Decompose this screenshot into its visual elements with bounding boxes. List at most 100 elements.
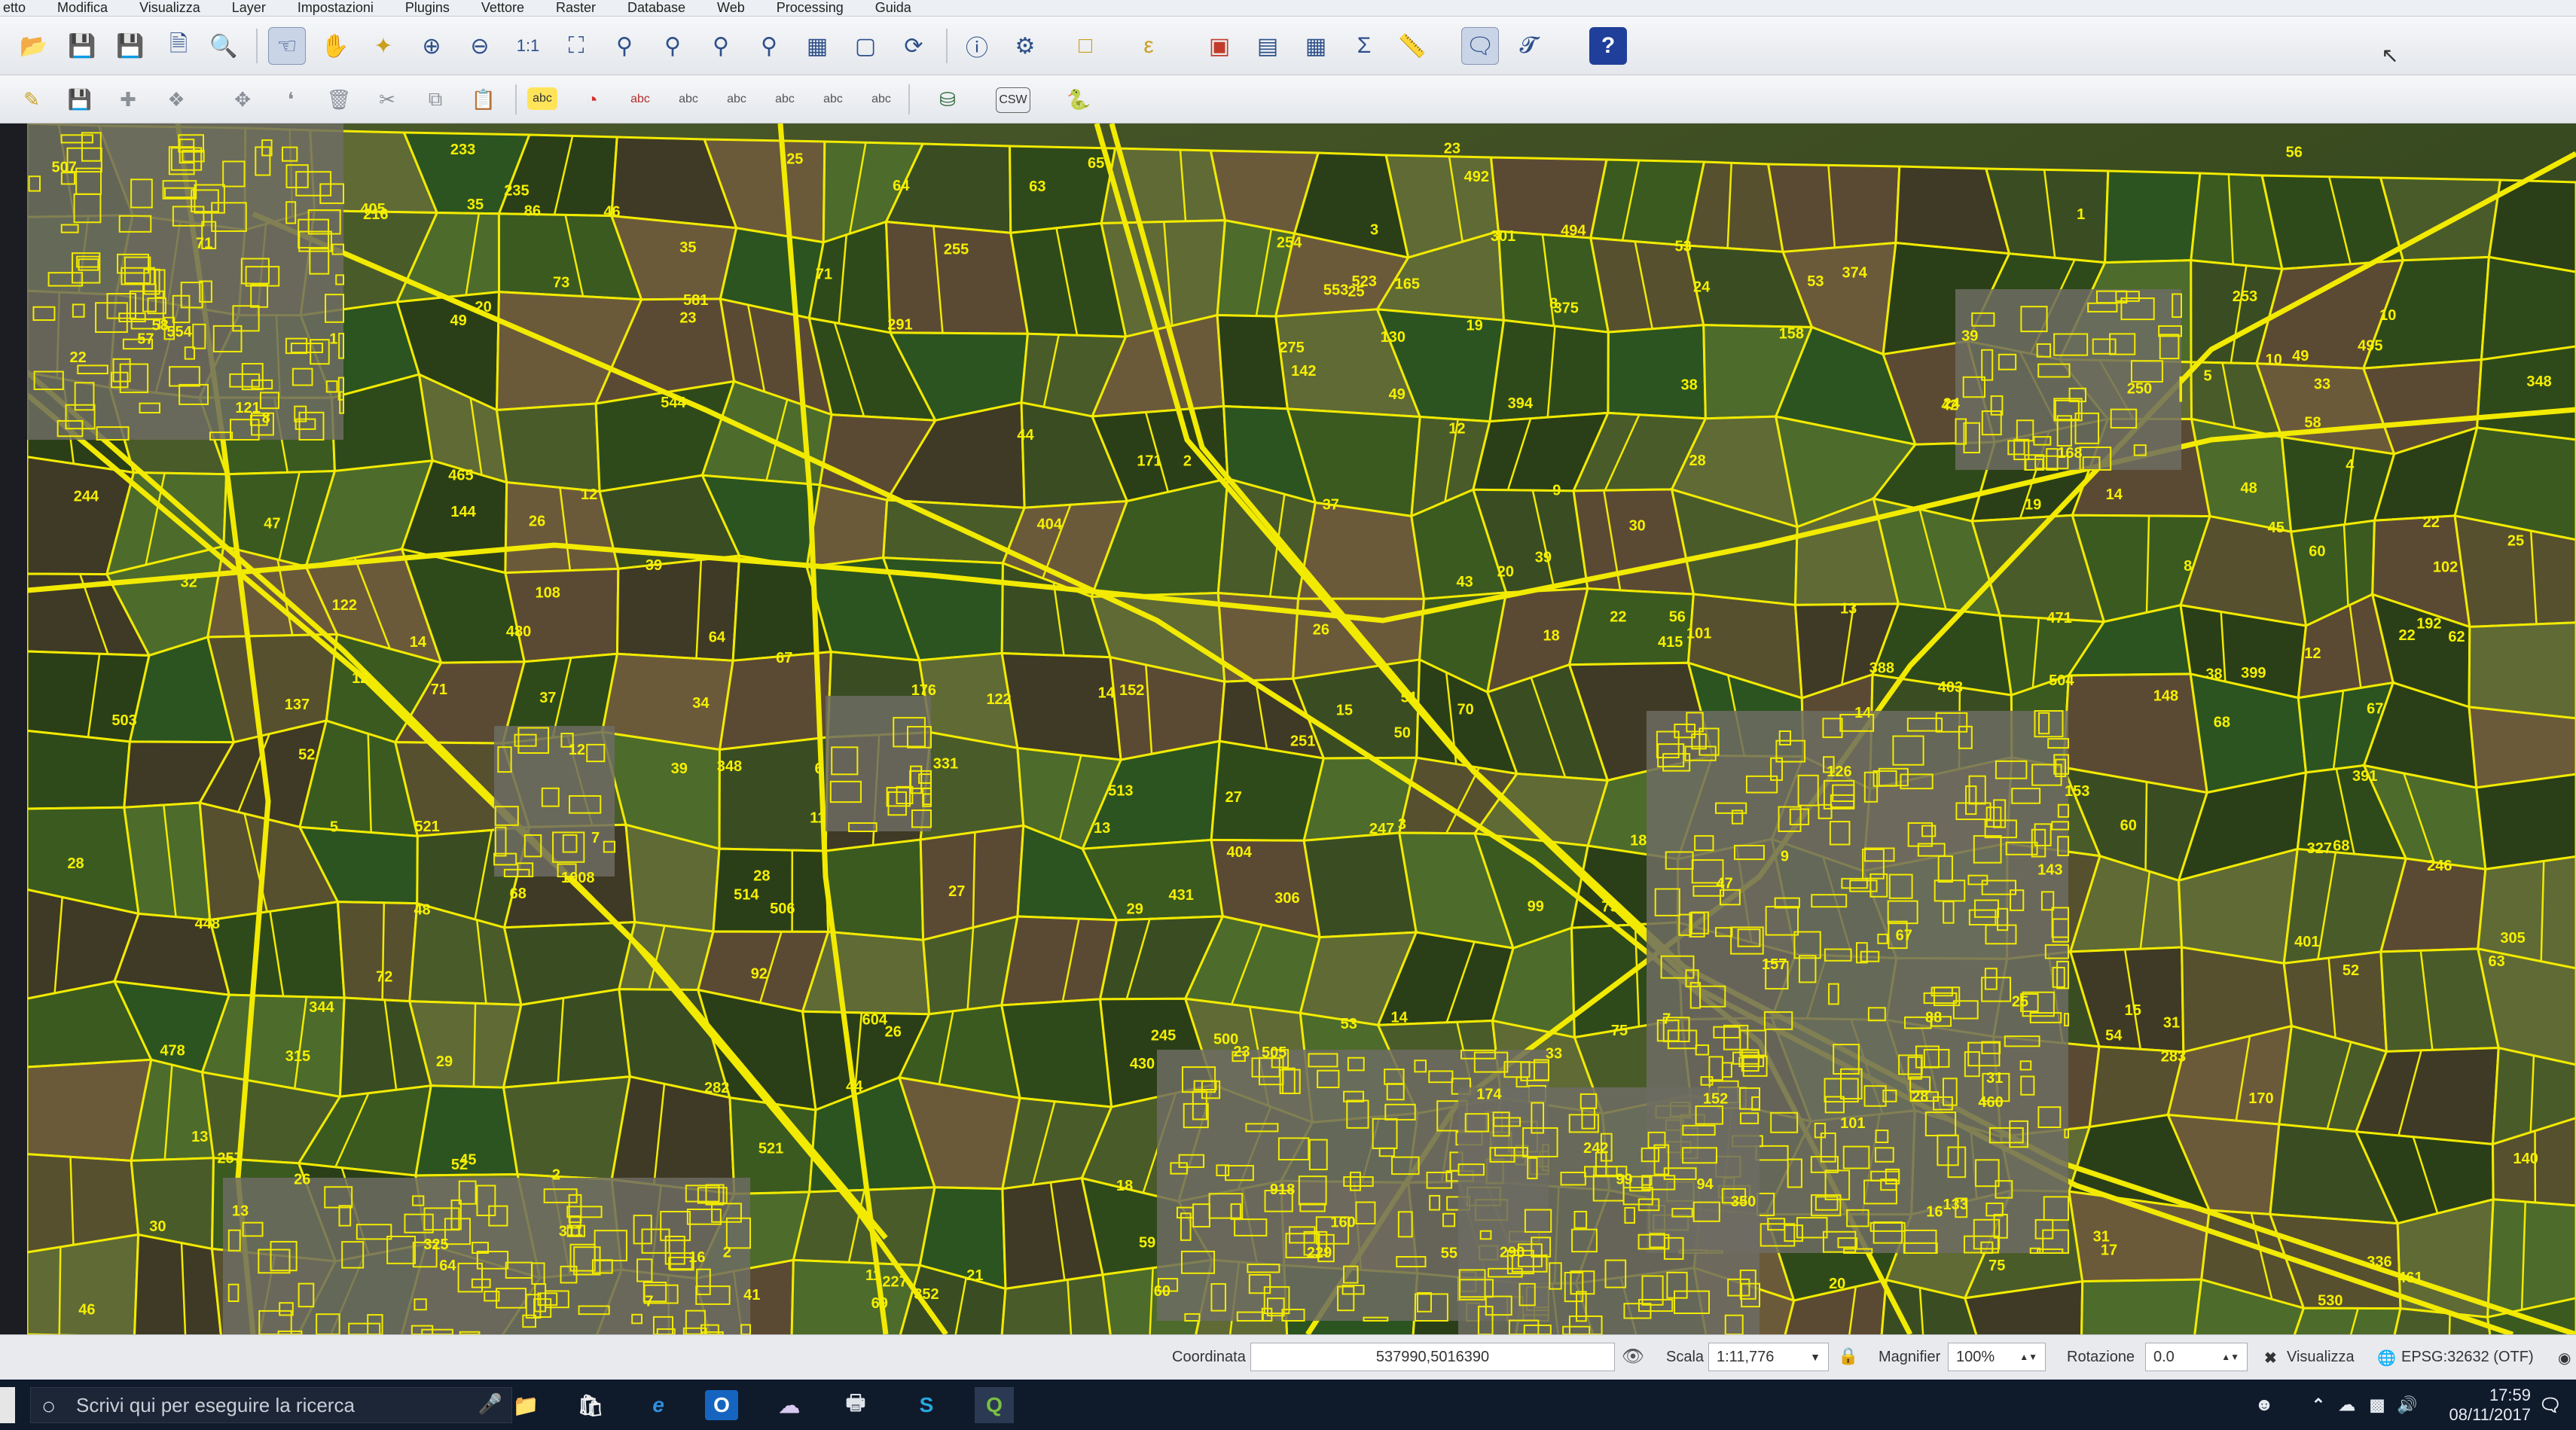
zoom-full-icon[interactable]: ⛶ <box>557 27 595 65</box>
parcel-polygon[interactable] <box>805 483 889 569</box>
statistical-summary-icon[interactable]: Σ <box>1345 27 1383 65</box>
parcel-polygon[interactable] <box>495 402 601 493</box>
menu-item-modifica[interactable]: Modifica <box>57 0 108 16</box>
parcel-polygon[interactable] <box>133 1233 222 1334</box>
menu-item-processing[interactable]: Processing <box>777 0 844 16</box>
parcel-polygon[interactable] <box>2475 773 2576 871</box>
highlight-pinned-labels-icon[interactable]: abc <box>624 83 657 116</box>
open-attribute-table-icon[interactable]: ▤ <box>1249 27 1286 65</box>
qgis-taskbar-icon[interactable]: Q <box>975 1387 1014 1423</box>
field-calculator-icon[interactable]: ▦ <box>1297 27 1335 65</box>
db-manager-icon[interactable]: ⛁ <box>931 83 964 116</box>
csw-icon[interactable]: CSW <box>996 87 1030 113</box>
parcel-polygon[interactable] <box>1000 998 1113 1108</box>
parcel-polygon[interactable] <box>2480 255 2576 361</box>
cloud-app-icon[interactable]: ☁ <box>770 1387 809 1423</box>
parcel-polygon[interactable] <box>2476 345 2576 441</box>
messages-icon[interactable]: ◉ <box>2558 1349 2571 1367</box>
parcel-polygon[interactable] <box>502 1075 632 1182</box>
menu-item-layer[interactable]: Layer <box>232 0 266 16</box>
refresh-icon[interactable]: ⟳ <box>895 27 932 65</box>
parcel-polygon[interactable] <box>1589 158 1706 247</box>
action-center-icon[interactable]: 🗨 <box>2531 1387 2570 1423</box>
render-checkbox-icon[interactable]: ✖ <box>2264 1349 2277 1367</box>
parcel-polygon[interactable] <box>718 736 829 852</box>
crs-globe-icon[interactable]: 🌐 <box>2377 1349 2396 1367</box>
parcel-polygon[interactable] <box>27 729 131 810</box>
vertex-tool-icon[interactable]: ❖ <box>160 83 193 116</box>
parcel-polygon[interactable] <box>1685 160 1784 254</box>
select-features-icon[interactable]: □ <box>1067 27 1104 65</box>
crs-label[interactable]: EPSG:32632 (OTF) <box>2401 1349 2534 1366</box>
parcel-polygon[interactable] <box>27 1233 140 1334</box>
parcel-polygon[interactable] <box>1302 831 1418 939</box>
rotate-label-icon[interactable]: abc <box>816 83 850 116</box>
taskbar-clock[interactable]: 17:59 08/11/2017 <box>2449 1386 2531 1425</box>
parcel-polygon[interactable] <box>882 499 1027 565</box>
scanner-app-icon[interactable]: 🖶 <box>836 1387 875 1423</box>
taskbar-search-box[interactable]: ○ Scrivi qui per eseguire la ricerca 🎤 <box>30 1387 512 1423</box>
menu-item-impostazioni[interactable]: Impostazioni <box>298 0 374 16</box>
save-project-icon[interactable]: 💾 <box>63 27 101 65</box>
parcel-polygon[interactable] <box>2104 169 2202 264</box>
parcel-polygon[interactable] <box>1000 915 1119 1007</box>
touch-zoom-pan-icon[interactable]: ☜ <box>268 27 306 65</box>
show-hide-labels-icon[interactable]: abc <box>720 83 753 116</box>
zoom-last-icon[interactable]: ⚲ <box>702 27 740 65</box>
run-feature-action-icon[interactable]: ⚙ <box>1006 27 1044 65</box>
cut-features-icon[interactable]: ✂ <box>371 83 404 116</box>
layer-diagram-icon[interactable]: ◔ <box>575 83 609 116</box>
map-tips-icon[interactable]: 🗨 <box>1461 27 1499 65</box>
python-console-icon[interactable]: 🐍 <box>1062 83 1095 116</box>
file-explorer-icon[interactable]: 📁 <box>506 1387 545 1423</box>
extents-toggle-icon[interactable]: 👁 <box>1618 1341 1648 1371</box>
save-edits-icon[interactable]: 💾 <box>63 83 96 116</box>
parcel-polygon[interactable] <box>712 847 830 933</box>
select-by-expression-icon[interactable]: ε <box>1130 27 1167 65</box>
node-tool-icon[interactable]: ❛ <box>274 83 307 116</box>
microphone-icon[interactable]: 🎤 <box>478 1392 502 1416</box>
parcel-polygon[interactable] <box>502 987 631 1089</box>
zoom-native-resolution-icon[interactable]: 1:1 <box>509 27 547 65</box>
parcel-polygon[interactable] <box>919 730 1025 841</box>
skype-icon[interactable]: S <box>907 1387 946 1423</box>
parcel-polygon[interactable] <box>824 838 925 941</box>
zoom-to-layer-icon[interactable]: ⚲ <box>654 27 691 65</box>
measure-line-icon[interactable]: 📏 <box>1393 27 1431 65</box>
layer-labeling-icon[interactable]: abc <box>527 87 557 110</box>
map-canvas[interactable]: 507 471 67 38 39 62 64 67 245 246 69 71 39 344 480 12 63… <box>27 123 2576 1334</box>
parcel-polygon[interactable] <box>336 901 419 1003</box>
parcel-polygon[interactable] <box>504 567 620 663</box>
parcel-polygon[interactable] <box>1567 587 1695 666</box>
help-icon[interactable]: ? <box>1589 27 1627 65</box>
parcel-polygon[interactable] <box>123 801 212 922</box>
parcel-polygon[interactable] <box>2468 621 2576 720</box>
parcel-polygon[interactable] <box>1607 324 1707 420</box>
edge-browser-icon[interactable]: e <box>639 1387 678 1423</box>
deselect-all-icon[interactable]: ▣ <box>1201 27 1238 65</box>
store-icon[interactable]: 🛍 <box>571 1387 610 1423</box>
move-feature-icon[interactable]: ✥ <box>226 83 259 116</box>
copy-features-icon[interactable]: ⧉ <box>419 83 452 116</box>
menu-item-raster[interactable]: Raster <box>556 0 596 16</box>
move-label-icon[interactable]: abc <box>768 83 801 116</box>
pan-map-icon[interactable]: ✋ <box>316 27 354 65</box>
open-project-icon[interactable]: 📂 <box>15 27 53 65</box>
layout-manager-icon[interactable]: 🔍 <box>205 27 243 65</box>
parcel-polygon[interactable] <box>2486 1198 2576 1319</box>
lock-scale-icon[interactable]: 🔒 <box>1835 1341 1862 1371</box>
zoom-in-icon[interactable]: ⊕ <box>413 27 450 65</box>
delete-selected-icon[interactable]: 🗑 <box>322 83 356 116</box>
parcel-polygon[interactable] <box>1489 156 1608 239</box>
parcel-polygon[interactable] <box>792 1186 936 1267</box>
menu-item-vettore[interactable]: Vettore <box>481 0 524 16</box>
new-bookmark-icon[interactable]: ▢ <box>847 27 884 65</box>
rotation-spinbox[interactable]: 0.0 ▲▼ <box>2145 1343 2248 1371</box>
zoom-next-icon[interactable]: ⚲ <box>750 27 788 65</box>
menu-item-visualizza[interactable]: Visualizza <box>139 0 200 16</box>
parcel-polygon[interactable] <box>718 651 832 752</box>
new-map-view-icon[interactable]: ▦ <box>798 27 836 65</box>
pin-labels-icon[interactable]: abc <box>672 83 705 116</box>
volume-icon[interactable]: 🔊 <box>2388 1387 2427 1423</box>
text-annotation-icon[interactable]: 𝓣 <box>1509 27 1547 65</box>
